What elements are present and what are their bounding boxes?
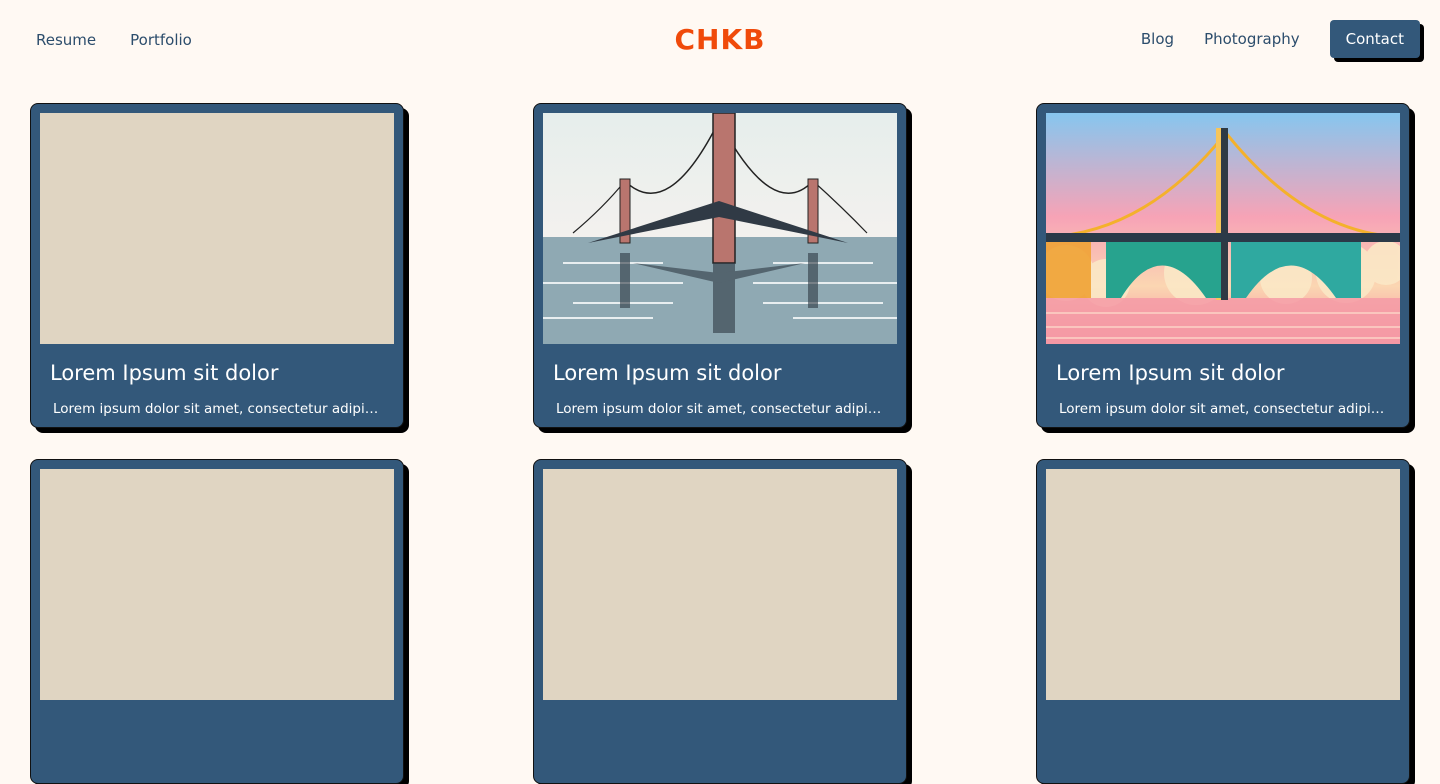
card[interactable] — [1036, 459, 1410, 784]
card-description: Lorem ipsum dolor sit amet, consectetur … — [1059, 401, 1389, 417]
site-logo[interactable]: CHKB — [674, 24, 765, 56]
card-image-placeholder — [543, 469, 897, 700]
nav-left: Resume Portfolio — [36, 30, 192, 50]
card-image-placeholder — [1046, 469, 1400, 700]
card-title: Lorem Ipsum sit dolor — [1056, 361, 1285, 385]
card[interactable]: Lorem Ipsum sit dolor Lorem ipsum dolor … — [533, 103, 907, 428]
card[interactable] — [533, 459, 907, 784]
card-title: Lorem Ipsum sit dolor — [553, 361, 782, 385]
nav-link-resume[interactable]: Resume — [36, 30, 96, 50]
card[interactable]: Lorem Ipsum sit dolor Lorem ipsum dolor … — [30, 103, 404, 428]
card-description: Lorem ipsum dolor sit amet, consectetur … — [53, 401, 383, 417]
nav-right: Blog Photography Contact — [1141, 20, 1420, 58]
card-image-placeholder — [40, 469, 394, 700]
contact-button[interactable]: Contact — [1329, 20, 1420, 58]
nav-link-photography[interactable]: Photography — [1204, 29, 1300, 49]
nav-link-blog[interactable]: Blog — [1141, 29, 1174, 49]
logo-text: CHKB — [674, 23, 766, 56]
card-image-bridge-gray — [543, 113, 897, 344]
card-image-bridge-sunset — [1046, 113, 1400, 344]
card-image-placeholder — [40, 113, 394, 344]
card-title: Lorem Ipsum sit dolor — [50, 361, 279, 385]
card[interactable]: Lorem Ipsum sit dolor Lorem ipsum dolor … — [1036, 103, 1410, 428]
card-description: Lorem ipsum dolor sit amet, consectetur … — [556, 401, 886, 417]
card[interactable] — [30, 459, 404, 784]
nav-link-portfolio[interactable]: Portfolio — [130, 30, 192, 50]
